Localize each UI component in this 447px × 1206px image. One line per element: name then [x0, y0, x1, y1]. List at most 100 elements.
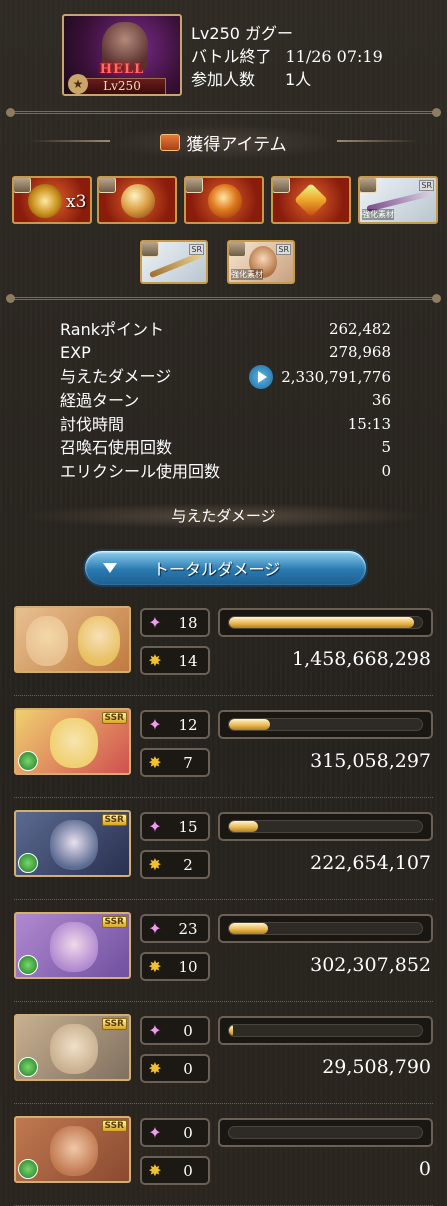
- damage-bar: [218, 1118, 433, 1147]
- face: [50, 718, 98, 768]
- crystal-icon: [294, 183, 328, 217]
- damage-value: 302,307,852: [310, 954, 431, 976]
- ougi-count: ✸ 2: [140, 850, 210, 879]
- stat-label: 召喚石使用回数: [60, 438, 173, 458]
- skill-count: ✦ 23: [140, 914, 210, 943]
- character-portrait[interactable]: SSR: [14, 912, 131, 979]
- face: [50, 922, 98, 972]
- damage-bar-track: [228, 1024, 423, 1037]
- quest-title: Lv250 ガグー: [191, 24, 294, 43]
- item-gold-emblem[interactable]: x3: [12, 176, 92, 224]
- damage-bar: [218, 914, 433, 943]
- sparkle-icon: ✦: [148, 1021, 162, 1040]
- ougi-icon: ✸: [148, 651, 162, 670]
- damage-value: 222,654,107: [310, 852, 431, 874]
- row-separator: [14, 899, 433, 900]
- item-weapon-staff[interactable]: SR: [140, 240, 208, 284]
- ougi-count-value: 10: [178, 957, 198, 976]
- banner-level: Lv250: [78, 78, 166, 94]
- ougi-icon: ✸: [148, 855, 162, 874]
- item-tag: 強化素材: [231, 269, 263, 280]
- character-portrait[interactable]: SSR: [14, 1014, 131, 1081]
- skill-count: ✦ 12: [140, 710, 210, 739]
- damage-bar: [218, 608, 433, 637]
- sparkle-icon: ✦: [148, 1123, 162, 1142]
- play-icon[interactable]: [249, 365, 274, 390]
- ssr-badge: SSR: [101, 712, 127, 724]
- damage-bar-track: [228, 718, 423, 731]
- character-row: ✦ 18 ✸ 14 1,458,668,298: [14, 606, 433, 696]
- stat-value: 15:13: [347, 414, 391, 433]
- damage-bar-track: [228, 616, 423, 629]
- participants-value: 1人: [285, 70, 312, 89]
- item-crystal[interactable]: [271, 176, 351, 224]
- rarity-badge: SR: [276, 244, 291, 255]
- ougi-count: ✸ 14: [140, 646, 210, 675]
- stat-label: 討伐時間: [60, 414, 125, 434]
- items-heading: 獲得アイテム: [110, 124, 337, 160]
- damage-bar-fill: [229, 821, 258, 832]
- staff-icon: [148, 251, 204, 279]
- character-portrait[interactable]: SSR: [14, 1116, 131, 1183]
- damage-value: 315,058,297: [310, 750, 431, 772]
- stat-label: エリクシール使用回数: [60, 461, 221, 481]
- item-orb-1[interactable]: [97, 176, 177, 224]
- skill-count: ✦ 0: [140, 1118, 210, 1147]
- wind-element-icon: [18, 853, 38, 873]
- ougi-count-value: 2: [183, 855, 193, 874]
- damage-bar-track: [228, 820, 423, 833]
- orb-icon: [121, 184, 155, 218]
- stat-value: 5: [381, 438, 391, 457]
- ssr-badge: SSR: [101, 1018, 127, 1030]
- stat-row: 召喚石使用回数 5: [60, 436, 391, 459]
- skill-count-value: 23: [178, 919, 198, 938]
- face: [50, 820, 98, 870]
- ougi-count-value: 7: [183, 753, 193, 772]
- quest-banner[interactable]: HELL Lv250 ★: [62, 14, 182, 96]
- item-tag: 強化素材: [362, 209, 394, 220]
- stat-row: Rankポイント 262,482: [60, 318, 391, 341]
- ornament-right: [337, 140, 417, 142]
- stat-label: 与えたダメージ: [60, 367, 172, 387]
- item-character-sr[interactable]: SR 強化素材: [227, 240, 295, 284]
- item-orb-2[interactable]: [184, 176, 264, 224]
- character-row: SSR ✦ 23 ✸ 10 302,307,852: [14, 912, 433, 1002]
- damage-value: 1,458,668,298: [291, 648, 431, 670]
- item-weapon-bow[interactable]: SR 強化素材: [358, 176, 438, 224]
- stat-row: 与えたダメージ 2,330,791,776: [60, 365, 391, 390]
- skill-count-value: 15: [178, 817, 198, 836]
- total-damage-label: トータルダメージ: [153, 560, 281, 579]
- stat-label: Rankポイント: [60, 320, 164, 339]
- star-icon: ★: [68, 74, 88, 94]
- sparkle-icon: ✦: [148, 919, 162, 938]
- ougi-icon: ✸: [148, 957, 162, 976]
- sparkle-icon: ✦: [148, 613, 162, 632]
- character-row: SSR ✦ 0 ✸ 0 29,508,790: [14, 1014, 433, 1104]
- character-row: SSR ✦ 15 ✸ 2 222,654,107: [14, 810, 433, 900]
- triangle-down-icon: [103, 563, 117, 573]
- item-count: x3: [66, 192, 87, 212]
- ougi-count: ✸ 10: [140, 952, 210, 981]
- character-portrait[interactable]: [14, 606, 131, 673]
- wind-element-icon: [18, 955, 38, 975]
- ougi-icon: ✸: [148, 753, 162, 772]
- ougi-count-value: 0: [183, 1059, 193, 1078]
- damage-bar-track: [228, 922, 423, 935]
- damage-bar-track: [228, 1126, 423, 1139]
- battle-end-time: 11/26 07:19: [285, 47, 383, 66]
- ougi-count: ✸ 0: [140, 1156, 210, 1185]
- damage-bar-fill: [229, 719, 270, 730]
- skill-count: ✦ 15: [140, 812, 210, 841]
- face: [78, 616, 120, 666]
- row-separator: [14, 695, 433, 696]
- ougi-count: ✸ 7: [140, 748, 210, 777]
- damage-bar-fill: [229, 617, 415, 628]
- chest-icon: [160, 133, 181, 151]
- stat-row: 討伐時間 15:13: [60, 413, 391, 436]
- skill-count: ✦ 18: [140, 608, 210, 637]
- total-damage-button[interactable]: トータルダメージ: [83, 549, 368, 587]
- stat-value: 262,482: [328, 320, 391, 338]
- ougi-icon: ✸: [148, 1161, 162, 1180]
- character-portrait[interactable]: SSR: [14, 708, 131, 775]
- character-portrait[interactable]: SSR: [14, 810, 131, 877]
